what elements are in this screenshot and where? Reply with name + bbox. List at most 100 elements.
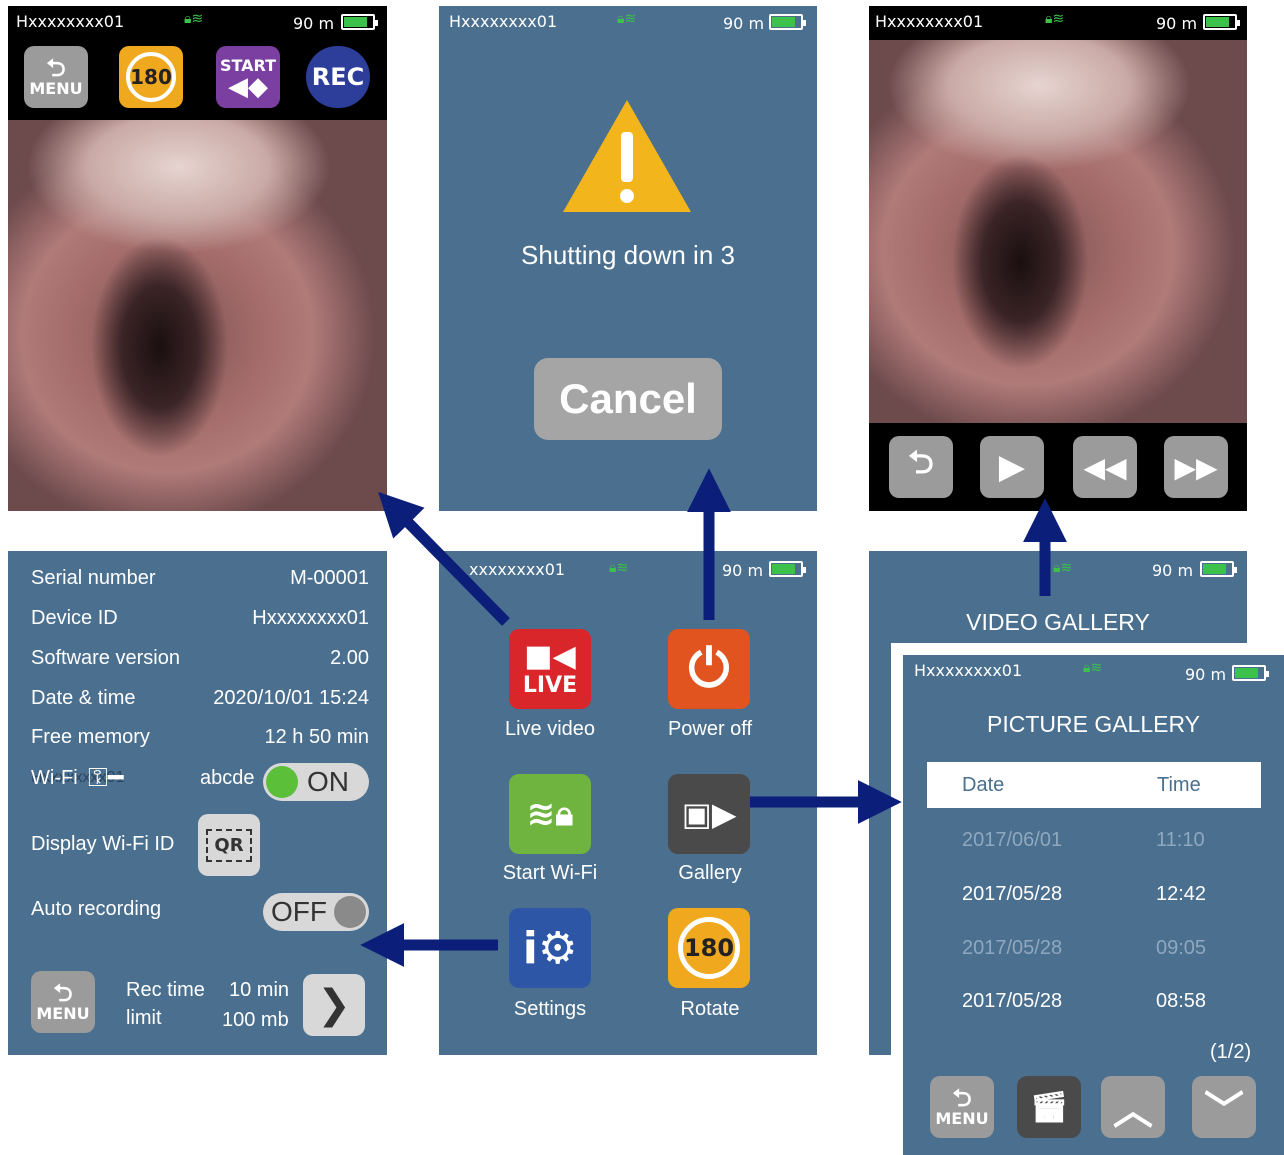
status-bar: Hxxxxxxxx01 🔒︎≋ 90 m [903,655,1284,689]
battery-icon [1203,14,1240,30]
lock-wifi-icon: 🔒︎≋ [1053,560,1073,576]
table-row-date[interactable]: 2017/06/01 [962,829,1062,852]
picture-gallery-screen: Hxxxxxxxx01 🔒︎≋ 90 m PICTURE GALLERY Dat… [891,643,1284,1155]
rec-size-value: 100 mb [222,1009,289,1031]
chevron-down-icon: ﹀ [1204,1088,1244,1134]
wifi-password: abcde [200,767,255,789]
next-button[interactable]: ❯ [303,974,365,1036]
qr-icon: QR [206,828,252,862]
device-id: Hxxxxxxxx01 [914,661,1023,680]
lock-wifi-icon: 🔒︎≋ [609,560,629,576]
gallery-button[interactable]: ▣▶ [668,774,750,854]
rewind-icon: ◀◀ [1083,450,1127,484]
wifi-lock-icon: ≋🔒︎ [526,794,574,834]
power-icon: ⏻ [688,638,730,699]
gallery-icon: ▣▶ [681,795,737,833]
device-id: Hxxxxxxxx01 [449,12,558,31]
start-wifi-button[interactable]: ≋🔒︎ [509,774,591,854]
device-id-label: Device ID [31,607,118,629]
qr-button[interactable]: QR [198,814,260,876]
range-text: 90 m [722,561,764,580]
power-off-button[interactable]: ⏻ [668,629,750,709]
cancel-button[interactable]: Cancel [534,358,722,440]
fast-forward-button[interactable]: ▶▶ [1164,436,1228,498]
limit-label: limit [126,1007,162,1029]
lock-wifi-icon: 🔒︎≋ [617,11,637,27]
back-icon: ⮌ [908,443,934,481]
video-playback-screen: Hxxxxxxxx01 🔒︎≋ 90 m ⮌ ▶ ◀◀ ▶▶ [869,6,1247,511]
status-bar: Hxxxxxxxx01 🔒︎≋ 90 m [439,6,817,40]
table-row-time[interactable]: 12:42 [1156,883,1206,906]
table-row-time[interactable]: 09:05 [1156,937,1206,960]
play-icon: ▶ [998,447,1026,487]
range-text: 90 m [1185,665,1227,684]
auto-rec-label: Auto recording [31,898,162,920]
rotate-button[interactable]: 180 [119,46,183,108]
rewind-button[interactable]: ◀◀ [1073,436,1137,498]
main-menu-screen: xxxxxxxx01 🔒︎≋ 90 m ■◀ LIVE Live video ⏻… [439,551,817,1055]
battery-icon [769,14,806,30]
rotate-button[interactable]: 180 [668,908,750,988]
fast-forward-icon: ▶▶ [1174,450,1218,484]
play-button[interactable]: ▶ [980,436,1044,498]
back-arrow-icon: ⮌ [53,978,73,1007]
lock-wifi-icon: 🔒︎≋ [1083,660,1103,676]
info-gear-icon: i⚙ [522,922,578,974]
scroll-up-button[interactable]: ︿ [1101,1076,1165,1138]
settings-label: Settings [513,998,587,1020]
memory-label: Free memory [31,726,150,748]
clapperboard-icon: 🎬︎ [1029,1089,1069,1125]
table-row-date[interactable]: 2017/05/28 [962,990,1062,1013]
page-indicator: (1/2) [1210,1041,1252,1063]
chevron-up-icon: ︿ [1113,1088,1153,1134]
back-arrow-icon: ⮌ [46,53,66,82]
serial-label: Serial number [31,567,156,589]
settings-button[interactable]: i⚙ [509,908,591,988]
key-icon: ⚿━ [88,763,124,793]
status-bar: xxxxxxxx01 🔒︎≋ 90 m [439,551,817,585]
status-bar: 🔒︎≋ 90 m [869,551,1247,585]
chevron-right-icon: ❯ [317,982,351,1028]
status-bar: Hxxxxxxxx01 🔒︎≋ 90 m [8,6,387,40]
range-text: 90 m [723,14,765,33]
gallery-label: Gallery [678,862,742,884]
display-wifi-label: Display Wi-Fi ID [31,833,175,855]
live-video-label: Live video [504,718,596,740]
table-header: Date Time [927,762,1261,808]
wifi-toggle[interactable]: ON [263,763,369,801]
record-button[interactable]: REC [306,46,370,108]
table-row-date[interactable]: 2017/05/28 [962,883,1062,906]
start-capture-button[interactable]: START ◀◆ [216,46,280,108]
video-gallery-button[interactable]: 🎬︎ [1017,1076,1081,1138]
rec-time-label: Rec time [126,979,205,1001]
battery-icon [341,14,378,30]
table-row-time[interactable]: 11:10 [1156,829,1205,852]
menu-button[interactable]: ⮌ MENU [930,1076,994,1138]
menu-button[interactable]: ⮌ MENU [31,971,95,1033]
back-arrow-icon: ⮌ [952,1083,972,1112]
live-video-button[interactable]: ■◀ LIVE [509,629,591,709]
range-text: 90 m [1156,14,1198,33]
video-gallery-title: VIDEO GALLERY [966,609,1150,635]
table-row-date[interactable]: 2017/05/28 [962,937,1062,960]
capture-icon: ◀◆ [228,71,268,102]
datetime-label: Date & time [31,687,136,709]
wifi-label: Wi-Fi [31,767,78,789]
battery-icon [1200,561,1237,577]
device-id: Hxxxxxxxx01 [875,12,984,31]
menu-button[interactable]: ⮌ MENU [24,46,88,108]
device-id-value: Hxxxxxxxx01 [252,607,369,629]
device-id: Hxxxxxxxx01 [16,12,125,31]
shutdown-screen: Hxxxxxxxx01 🔒︎≋ 90 m Shutting down in 3 … [439,6,817,511]
rotate-label: Rotate [680,998,740,1020]
scroll-down-button[interactable]: ﹀ [1192,1076,1256,1138]
table-row-time[interactable]: 08:58 [1156,990,1206,1013]
range-text: 90 m [1152,561,1194,580]
lock-wifi-icon: 🔒︎≋ [1045,11,1065,27]
settings-screen: Serial number M-00001 Device ID Hxxxxxxx… [8,551,387,1055]
serial-value: M-00001 [290,567,369,589]
back-button[interactable]: ⮌ [889,436,953,498]
auto-rec-toggle[interactable]: OFF [263,893,369,931]
range-text: 90 m [293,14,335,33]
shutdown-message: Shutting down in 3 [521,240,735,270]
